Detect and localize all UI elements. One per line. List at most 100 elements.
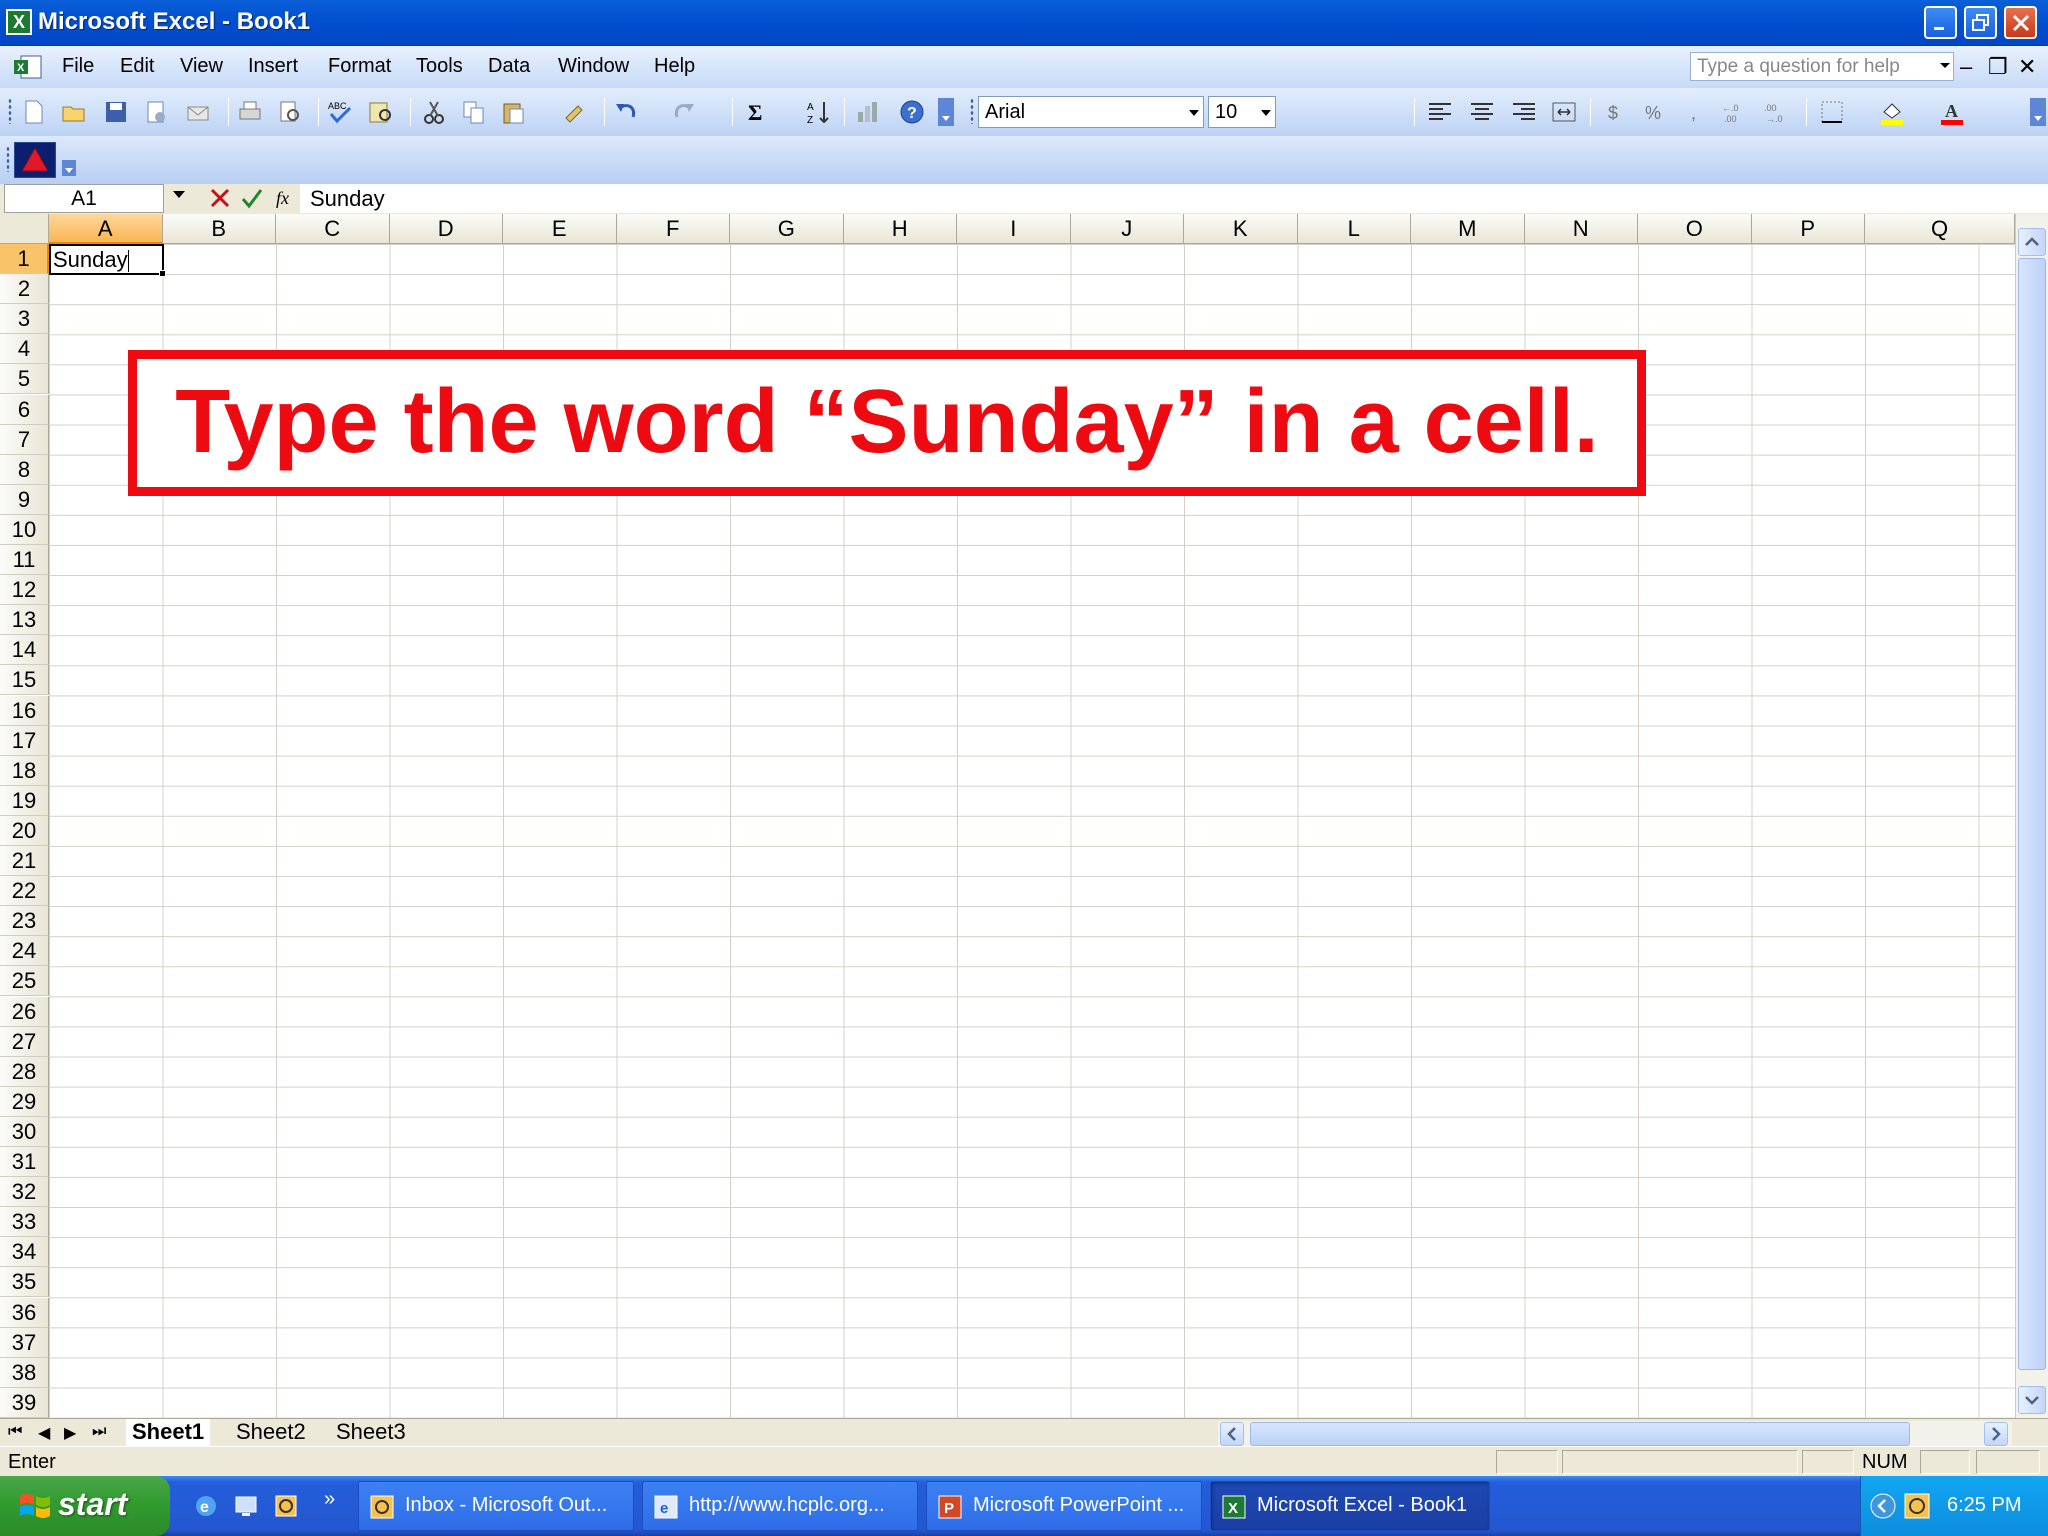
column-header-e[interactable]: E: [503, 214, 617, 244]
new-icon[interactable]: [20, 98, 48, 126]
column-header-f[interactable]: F: [616, 214, 730, 244]
row-header-24[interactable]: 24: [0, 936, 49, 967]
row-header-33[interactable]: 33: [0, 1207, 49, 1238]
chevron-left-icon[interactable]: [1869, 1492, 1897, 1520]
row-header-23[interactable]: 23: [0, 906, 49, 937]
row-header-4[interactable]: 4: [0, 334, 49, 365]
menu-insert[interactable]: Insert: [248, 55, 298, 78]
toolbar-options-icon[interactable]: [938, 98, 954, 126]
row-header-27[interactable]: 27: [0, 1026, 49, 1057]
select-all-corner[interactable]: [0, 214, 49, 244]
row-header-7[interactable]: 7: [0, 424, 49, 455]
email-icon[interactable]: [184, 98, 212, 126]
start-button[interactable]: start: [0, 1476, 170, 1536]
sheet-tab-sheet2[interactable]: Sheet2: [230, 1419, 312, 1446]
name-box[interactable]: A1: [4, 184, 164, 213]
menu-view[interactable]: View: [180, 55, 223, 78]
autosum-icon[interactable]: Σ: [744, 98, 772, 126]
next-sheet-icon[interactable]: ▶: [64, 1423, 76, 1443]
decrease-decimal-icon[interactable]: .00→.0: [1762, 98, 1790, 126]
column-header-b[interactable]: B: [162, 214, 276, 244]
doc-minimize-icon[interactable]: ‒: [1960, 54, 1972, 80]
align-center-icon[interactable]: [1468, 98, 1496, 126]
row-header-11[interactable]: 11: [0, 545, 49, 575]
scroll-up-button[interactable]: [2018, 228, 2046, 256]
open-icon[interactable]: [60, 98, 88, 126]
prev-sheet-icon[interactable]: ◀: [38, 1423, 50, 1443]
formula-input[interactable]: Sunday: [300, 184, 2048, 213]
outlook-reminder-icon[interactable]: [1903, 1492, 1931, 1520]
column-header-j[interactable]: J: [1070, 214, 1184, 244]
fill-color-icon[interactable]: [1878, 98, 1906, 126]
doc-restore-icon[interactable]: ❐: [1988, 54, 2008, 80]
row-header-21[interactable]: 21: [0, 846, 49, 876]
enter-check-icon[interactable]: [240, 186, 264, 210]
column-header-p[interactable]: P: [1751, 214, 1865, 244]
horizontal-scrollbar[interactable]: [1218, 1421, 2012, 1447]
print-icon[interactable]: [236, 98, 264, 126]
sheet-tab-sheet3[interactable]: Sheet3: [330, 1419, 412, 1446]
row-header-19[interactable]: 19: [0, 785, 49, 816]
row-header-38[interactable]: 38: [0, 1357, 49, 1388]
row-header-12[interactable]: 12: [0, 575, 49, 606]
column-header-k[interactable]: K: [1184, 214, 1298, 244]
format-painter-icon[interactable]: [560, 98, 588, 126]
workbook-icon[interactable]: X: [12, 54, 44, 80]
scroll-left-button[interactable]: [1220, 1422, 1244, 1446]
print-preview-icon[interactable]: [276, 98, 304, 126]
column-header-h[interactable]: H: [843, 214, 957, 244]
taskbar-button-powerpoint[interactable]: P Microsoft PowerPoint ...: [926, 1481, 1202, 1531]
menu-edit[interactable]: Edit: [120, 55, 154, 78]
sheet-tab-sheet1[interactable]: Sheet1: [126, 1419, 211, 1446]
quicklaunch-more-icon[interactable]: »: [324, 1488, 335, 1511]
column-header-d[interactable]: D: [389, 214, 503, 244]
doc-close-icon[interactable]: ✕: [2018, 54, 2036, 80]
align-right-icon[interactable]: [1510, 98, 1538, 126]
row-header-25[interactable]: 25: [0, 966, 49, 997]
row-header-29[interactable]: 29: [0, 1086, 49, 1117]
menu-file[interactable]: File: [62, 55, 94, 78]
row-header-1[interactable]: 1: [0, 244, 49, 274]
currency-icon[interactable]: $: [1600, 98, 1628, 126]
desktop-icon[interactable]: [232, 1492, 260, 1520]
menu-help[interactable]: Help: [654, 55, 695, 78]
row-header-31[interactable]: 31: [0, 1147, 49, 1177]
insert-function-icon[interactable]: fx: [274, 186, 298, 210]
menu-tools[interactable]: Tools: [416, 55, 463, 78]
first-sheet-icon[interactable]: ⏮: [8, 1423, 22, 1441]
column-header-l[interactable]: L: [1297, 214, 1411, 244]
borders-icon[interactable]: [1818, 98, 1846, 126]
column-header-g[interactable]: G: [730, 214, 844, 244]
formatting-options-icon[interactable]: [2030, 98, 2046, 126]
row-header-5[interactable]: 5: [0, 364, 49, 395]
scroll-right-button[interactable]: [1984, 1422, 2008, 1446]
font-size-select[interactable]: 10: [1208, 96, 1276, 128]
row-header-3[interactable]: 3: [0, 304, 49, 335]
chevron-down-icon[interactable]: [1185, 97, 1203, 127]
column-header-i[interactable]: I: [957, 214, 1071, 244]
row-header-34[interactable]: 34: [0, 1237, 49, 1268]
row-header-6[interactable]: 6: [0, 394, 49, 425]
undo-icon[interactable]: [612, 98, 640, 126]
horizontal-scroll-thumb[interactable]: [1250, 1422, 1910, 1446]
cancel-entry-icon[interactable]: [208, 186, 232, 210]
vertical-scrollbar[interactable]: [2015, 214, 2048, 1418]
toolbar-grip[interactable]: [8, 98, 12, 124]
sort-ascending-icon[interactable]: AZ: [804, 98, 832, 126]
column-header-a[interactable]: A: [49, 214, 163, 244]
row-header-13[interactable]: 13: [0, 605, 49, 636]
help-icon[interactable]: ?: [898, 98, 926, 126]
font-color-icon[interactable]: A: [1938, 98, 1966, 126]
taskbar-button-outlook[interactable]: Inbox - Microsoft Out...: [358, 1481, 634, 1531]
save-icon[interactable]: [102, 98, 130, 126]
spelling-icon[interactable]: ABC: [326, 98, 354, 126]
row-header-37[interactable]: 37: [0, 1327, 49, 1358]
row-header-28[interactable]: 28: [0, 1056, 49, 1087]
addin-button[interactable]: [14, 142, 56, 178]
chevron-down-icon[interactable]: [1257, 97, 1275, 127]
row-header-39[interactable]: 39: [0, 1387, 49, 1418]
paste-icon[interactable]: [500, 98, 528, 126]
column-header-m[interactable]: M: [1411, 214, 1525, 244]
row-header-17[interactable]: 17: [0, 725, 49, 756]
row-header-16[interactable]: 16: [0, 695, 49, 726]
